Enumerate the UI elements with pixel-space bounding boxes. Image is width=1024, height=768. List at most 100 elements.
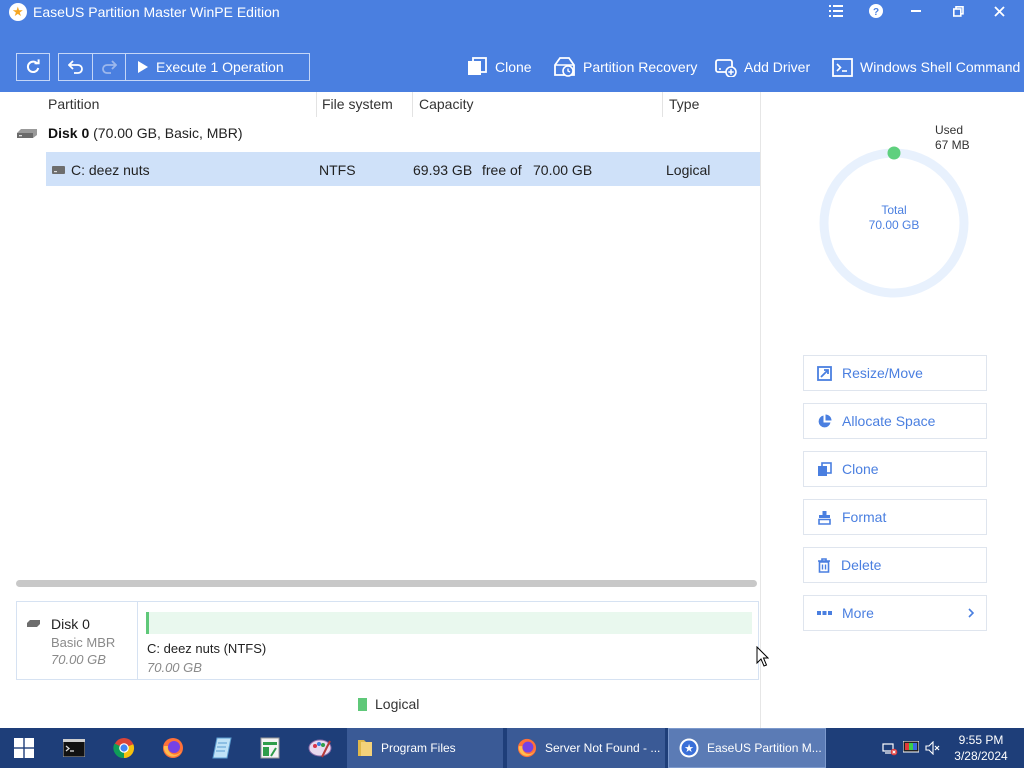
- notepad-taskbar-icon[interactable]: [198, 728, 246, 768]
- used-label-text: Used: [935, 123, 964, 137]
- add-driver-icon: [715, 59, 737, 77]
- table-row[interactable]: C: deez nuts NTFS 69.93 GB free of 70.00…: [46, 152, 760, 186]
- format-icon: [818, 510, 831, 525]
- partition-usage-bar[interactable]: [146, 612, 752, 634]
- delete-button[interactable]: Delete: [803, 547, 987, 583]
- add-driver-label: Add Driver: [744, 59, 811, 75]
- allocate-space-icon: [818, 414, 832, 427]
- svg-text:?: ?: [873, 7, 879, 18]
- operations-panel: Used 67 MB Total 70.00 GB Resize/Move Allo…: [760, 92, 1024, 728]
- column-divider[interactable]: [662, 92, 663, 117]
- clone-icon: [818, 461, 832, 476]
- firefox-taskbar-icon[interactable]: [149, 728, 197, 768]
- legend: Logical: [358, 696, 419, 712]
- command-prompt-taskbar-icon[interactable]: [50, 728, 98, 768]
- easeus-icon: ★: [679, 738, 699, 758]
- firefox-icon: [163, 738, 183, 758]
- command-prompt-icon: [63, 739, 85, 757]
- chevron-right-icon: [968, 608, 974, 618]
- operation-toolbar: Execute 1 Operation: [58, 53, 310, 81]
- display-color-icon[interactable]: [900, 741, 922, 755]
- start-button[interactable]: [0, 728, 48, 768]
- disk-info: (70.00 GB, Basic, MBR): [93, 125, 243, 141]
- volume-muted-icon[interactable]: [922, 741, 944, 755]
- notepad-icon: [212, 737, 232, 759]
- cell-file-system: NTFS: [319, 162, 356, 178]
- column-divider[interactable]: [412, 92, 413, 117]
- partition-table-header: Partition File system Capacity Type: [0, 92, 760, 117]
- play-icon: [138, 61, 148, 73]
- format-label: Format: [842, 509, 887, 525]
- cell-partition: C: deez nuts: [71, 162, 150, 178]
- help-icon[interactable]: ?: [858, 0, 894, 22]
- cell-total-capacity: 70.00 GB: [533, 162, 593, 178]
- clone-icon: [468, 57, 487, 75]
- undo-button[interactable]: [59, 54, 92, 80]
- format-button[interactable]: Format: [803, 499, 987, 535]
- used-space-marker: [887, 146, 901, 160]
- partition-recovery-button[interactable]: Partition Recovery: [553, 55, 697, 79]
- more-button[interactable]: More: [803, 595, 987, 631]
- allocate-space-button[interactable]: Allocate Space: [803, 403, 987, 439]
- disk-map-name: Disk 0: [51, 616, 90, 632]
- taskbar-item-firefox[interactable]: Server Not Found - ...: [507, 728, 665, 768]
- hard-drive-icon: [27, 620, 40, 627]
- paint-icon: [308, 739, 332, 758]
- add-driver-button[interactable]: Add Driver: [715, 55, 810, 79]
- resize-move-icon: [817, 365, 832, 381]
- clone-partition-label: Clone: [842, 461, 879, 477]
- column-header-type[interactable]: Type: [669, 96, 699, 112]
- execute-operation-button[interactable]: Execute 1 Operation: [125, 54, 308, 80]
- partition-drive-icon: [52, 166, 65, 174]
- taskbar-item-program-files[interactable]: Program Files: [347, 728, 503, 768]
- cell-free-space: 69.93 GB: [413, 162, 473, 178]
- firefox-icon: [517, 738, 537, 758]
- partition-recovery-label: Partition Recovery: [583, 59, 698, 75]
- resize-move-label: Resize/Move: [842, 365, 923, 381]
- paint-taskbar-icon[interactable]: [296, 728, 344, 768]
- disk-name: Disk 0: [48, 125, 90, 141]
- refresh-button[interactable]: [17, 54, 49, 80]
- minimize-icon[interactable]: [898, 0, 934, 22]
- column-divider[interactable]: [316, 92, 317, 117]
- delete-label: Delete: [841, 557, 882, 573]
- shell-command-icon: [832, 57, 853, 77]
- undo-icon: [67, 60, 83, 74]
- spreadsheet-taskbar-icon[interactable]: [246, 728, 294, 768]
- windows-shell-command-button[interactable]: Windows Shell Command: [832, 55, 1020, 79]
- more-label: More: [842, 605, 874, 621]
- chrome-taskbar-icon[interactable]: [100, 728, 148, 768]
- total-space-label: Total 70.00 GB: [857, 203, 931, 233]
- windows-shell-command-label: Windows Shell Command: [860, 59, 1021, 75]
- disk-row[interactable]: Disk 0 (70.00 GB, Basic, MBR): [16, 121, 243, 145]
- taskbar-item-easeus[interactable]: ★ EaseUS Partition M...: [668, 728, 826, 768]
- restore-icon[interactable]: [940, 0, 976, 22]
- redo-button[interactable]: [92, 54, 125, 80]
- clone-partition-button[interactable]: Clone: [803, 451, 987, 487]
- column-header-file-system[interactable]: File system: [322, 96, 393, 112]
- clone-button[interactable]: Clone: [467, 55, 532, 79]
- chrome-icon: [113, 738, 135, 759]
- network-disconnected-icon[interactable]: [880, 740, 900, 756]
- menu-icon[interactable]: [818, 0, 854, 22]
- cell-type: Logical: [666, 162, 711, 178]
- column-header-partition[interactable]: Partition: [48, 96, 99, 112]
- disk-map-disk-info[interactable]: Disk 0 Basic MBR 70.00 GB: [17, 602, 138, 679]
- mouse-cursor-icon: [756, 646, 769, 667]
- taskbar-item-label: Program Files: [381, 741, 456, 755]
- clone-label: Clone: [495, 59, 532, 75]
- disk-map-size: 70.00 GB: [51, 652, 106, 667]
- column-header-capacity[interactable]: Capacity: [419, 96, 473, 112]
- refresh-button-group: [16, 53, 50, 81]
- close-icon[interactable]: [981, 0, 1017, 22]
- easeus-logo-icon: [9, 3, 27, 21]
- allocate-space-label: Allocate Space: [842, 413, 936, 429]
- taskbar-item-label: Server Not Found - ...: [545, 741, 661, 755]
- partition-used-fill: [148, 612, 149, 634]
- window-title: EaseUS Partition Master WinPE Edition: [33, 4, 280, 20]
- horizontal-scrollbar[interactable]: [16, 580, 757, 587]
- logical-legend-swatch: [358, 697, 367, 711]
- taskbar-clock[interactable]: 9:55 PM 3/28/2024: [948, 732, 1014, 764]
- clock-time: 9:55 PM: [958, 733, 1004, 747]
- resize-move-button[interactable]: Resize/Move: [803, 355, 987, 391]
